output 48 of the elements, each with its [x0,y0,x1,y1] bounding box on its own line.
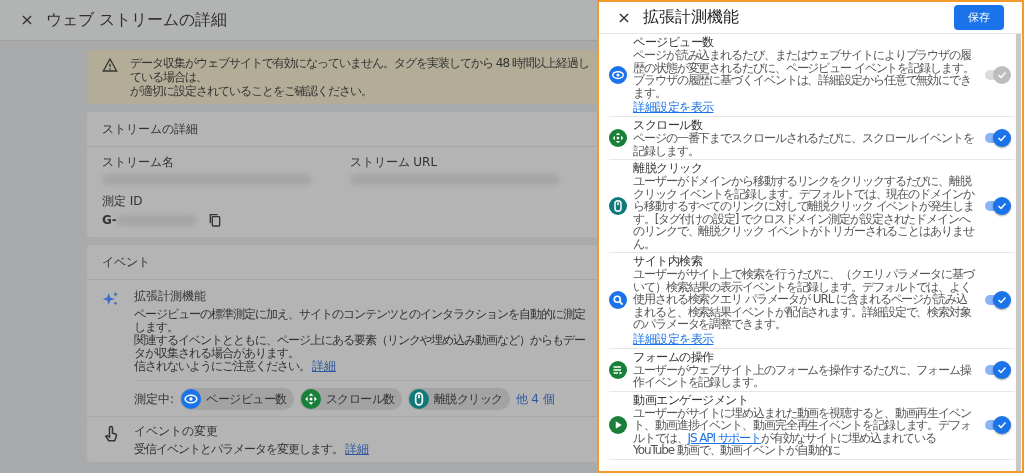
setting-description: ユーザーがドメインから移動するリンクをクリックするたびに、離脱クリック イベントを記録します。デフォルトでは、現在のドメインから移動するすべてのリンクに対して離脱クリック イベントが発生します。[タグ付けの設定] でクロスドメイン測定が設定されたドメインへのリンクで、離脱クリック イベントがトリガーされることはありません。 [633,175,975,250]
check-icon [996,200,1008,212]
event-chip[interactable]: スクロール数 [299,388,402,410]
description-text: 関連するイベントとともに、ページ上にある要素（リンクや埋め込み動画など）からもデータが収集される場合があります。 [134,334,586,360]
setting-description: ページの一番下までスクロールされるたびに、スクロール イベントを記録します。 [633,132,975,157]
field-label: ストリーム名 [102,154,175,171]
check-icon [996,419,1008,431]
measurement-id: G- [102,213,117,227]
save-button[interactable]: 保存 [954,5,1004,30]
setting-title: フォームの操作 [633,350,714,364]
setting-title: サイト内検索 [633,255,704,268]
warning-text: が適切に設定されていることをご確認ください。 [130,84,373,98]
warning-icon [102,57,118,73]
field-label: 測定 ID [102,193,144,210]
setting-title: 離脱クリック [633,162,703,175]
field-label: ストリーム URL [349,154,439,171]
event-chip[interactable]: 離脱クリック [407,388,510,410]
touch-icon [102,425,120,443]
description-text: ページビューの標準測定に加え、サイトのコンテンツとのインタラクションを自動的に測定します。 [134,308,586,334]
card-title: イベント [87,245,597,280]
setting-title: 動画エンゲージメント [633,393,749,407]
check-icon [996,132,1008,144]
card-title: ストリームの詳細 [87,112,597,147]
setting-title: スクロール数 [633,119,704,132]
check-icon [996,69,1008,81]
page-title: ウェブ ストリームの詳細 [46,9,228,31]
description-text: 信されないようにご注意ください。 [134,360,310,373]
api-support-link[interactable]: JS API サポート [687,430,762,445]
setting-description: ユーザーがウェブサイト上のフォームを操作するたびに、フォーム操作イベントを記録します。 [633,363,973,389]
setting-description: ユーザーがサイト上で検索を行うたびに、（クエリ パラメータに基づいて）検索結果の表示イベントを記録します。デフォルトでは、よく使用される検索クエリ パラメータが URL に含まれるページが読み込まれると、検索結果イベントが配信されます。詳細設定で、検索対象のパラメータを調整できます。 [633,268,975,331]
section-title: イベントの変更 [134,423,219,440]
description-text: 受信イベントとパラメータを変更します。 [134,443,343,456]
sparkle-icon [102,290,120,308]
event-chip[interactable]: ページビュー数 [180,388,294,410]
setting-description: ユーザーがサイトに埋め込まれた動画を視聴すると、動画再生イベント、動画進捗イベント、動画完全再生イベントを記録します。デフォルトでは、JS API サポートが有効なサイトに埋め込まれている YouTube 動画で、動画イベントが自動的に [633,406,972,457]
close-icon[interactable] [20,13,34,27]
warning-text: データ収集がウェブサイトで有効になっていません。タグを実装してから 48 時間以上経過している場合は、 [130,56,590,84]
measuring-label: 測定中: [134,390,175,408]
details-link[interactable]: 詳細 [345,443,369,456]
section-title: 拡張計測機能 [134,288,207,305]
advanced-settings-link[interactable]: 詳細設定を表示 [633,332,714,346]
setting-description: ページが読み込まれるたび、またはウェブサイトによりブラウザの履歴の状態が変更されるたびに、ページビュー イベントを記録します。ブラウザの履歴に基づくイベントは、詳細設定から任意で無効にできます。 [633,49,975,99]
scrollbar[interactable] [1016,34,1021,471]
panel-title: 拡張計測機能 [643,7,740,28]
more-link[interactable]: 他 4 個 [515,392,555,406]
setting-title: ページビュー数 [633,36,715,49]
close-icon[interactable] [617,10,631,25]
details-link[interactable]: 詳細 [312,360,336,373]
